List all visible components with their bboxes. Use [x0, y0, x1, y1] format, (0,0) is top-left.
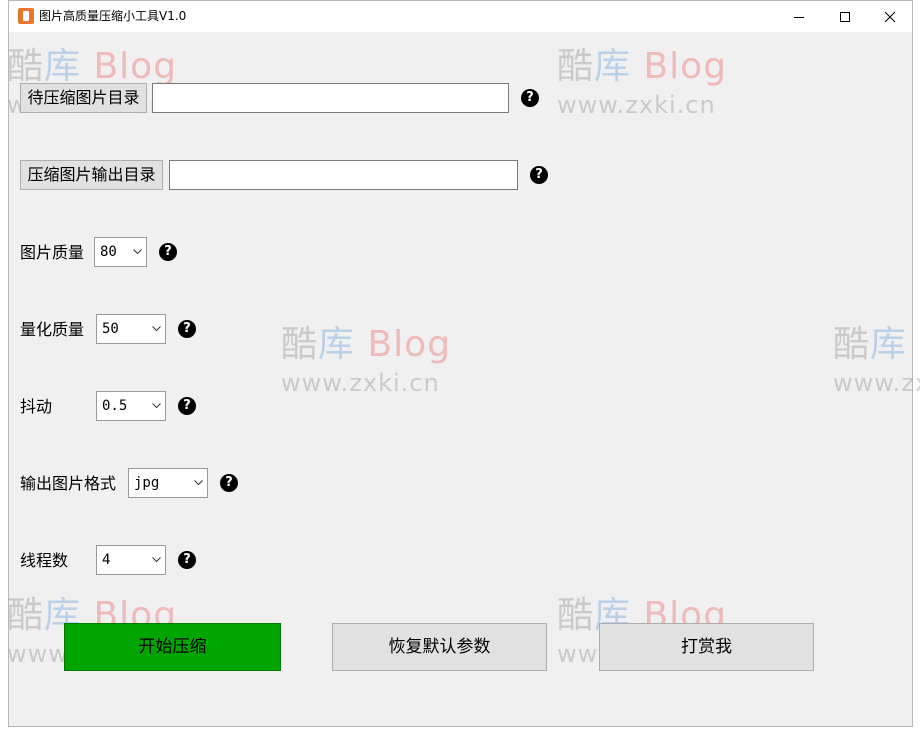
watermark: 酷库 Blog www.zxki.cn — [557, 46, 728, 119]
help-icon[interactable]: ? — [521, 89, 539, 107]
maximize-button[interactable] — [822, 1, 868, 32]
output-format-select[interactable]: jpg — [128, 468, 208, 498]
chevron-down-icon — [152, 326, 161, 332]
chevron-down-icon — [194, 480, 203, 486]
watermark: 酷库 Blog www.zxki.cn — [281, 324, 452, 397]
app-window: 图片高质量压缩小工具V1.0 酷库 Blog www.zxki.cn 酷库 Bl… — [7, 0, 920, 727]
output-format-label: 输出图片格式 — [20, 474, 117, 493]
output-dir-field[interactable] — [169, 160, 518, 190]
window-title: 图片高质量压缩小工具V1.0 — [39, 9, 187, 23]
output-format-value: jpg — [134, 475, 160, 491]
title-bar: 图片高质量压缩小工具V1.0 — [9, 1, 912, 32]
image-quality-label: 图片质量 — [20, 243, 85, 262]
dither-value: 0.5 — [102, 398, 128, 414]
quant-quality-select[interactable]: 50 — [96, 314, 166, 344]
help-icon[interactable]: ? — [159, 243, 177, 261]
chevron-down-icon — [133, 249, 142, 255]
maximize-icon — [840, 11, 850, 22]
tip-button[interactable]: 打赏我 — [599, 623, 814, 671]
help-icon[interactable]: ? — [178, 397, 196, 415]
watermark: 酷库 Blog www.zxki.cn — [833, 324, 920, 397]
help-icon[interactable]: ? — [178, 551, 196, 569]
start-compress-button[interactable]: 开始压缩 — [64, 623, 281, 671]
quant-quality-label: 量化质量 — [20, 320, 85, 339]
dither-select[interactable]: 0.5 — [96, 391, 166, 421]
chevron-down-icon — [152, 557, 161, 563]
dither-label: 抖动 — [20, 397, 53, 416]
output-dir-button[interactable]: 压缩图片输出目录 — [20, 160, 163, 190]
quant-quality-value: 50 — [102, 321, 119, 337]
help-icon[interactable]: ? — [220, 474, 238, 492]
minimize-button[interactable] — [776, 1, 822, 32]
image-quality-value: 80 — [100, 244, 117, 260]
minimize-icon — [794, 16, 804, 18]
input-dir-button[interactable]: 待压缩图片目录 — [20, 83, 147, 113]
restore-defaults-button[interactable]: 恢复默认参数 — [332, 623, 547, 671]
input-dir-field[interactable] — [152, 83, 509, 113]
app-icon — [18, 8, 34, 24]
chevron-down-icon — [152, 403, 161, 409]
threads-label: 线程数 — [20, 551, 69, 570]
threads-value: 4 — [102, 552, 111, 568]
image-quality-select[interactable]: 80 — [94, 237, 147, 267]
help-icon[interactable]: ? — [178, 320, 196, 338]
close-icon — [884, 11, 896, 22]
threads-select[interactable]: 4 — [96, 545, 166, 575]
close-button[interactable] — [867, 1, 913, 32]
help-icon[interactable]: ? — [530, 166, 548, 184]
